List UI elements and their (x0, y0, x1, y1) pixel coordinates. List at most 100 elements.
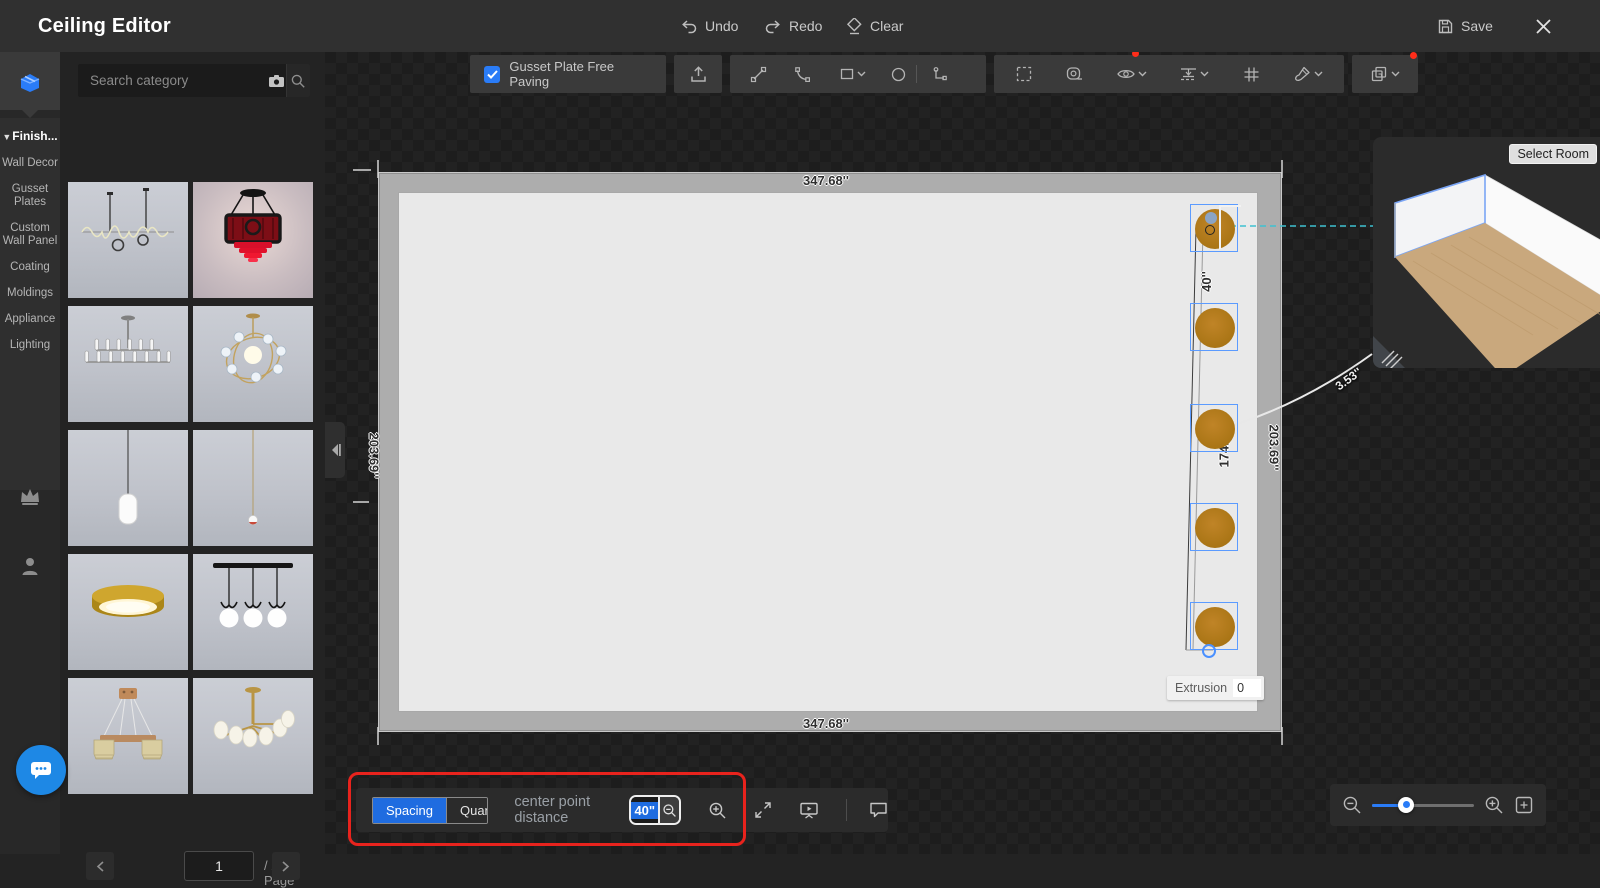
eye-icon (1116, 67, 1136, 81)
product-red-drum-chandelier[interactable] (193, 182, 313, 298)
magnifier-minus-icon (1342, 795, 1362, 815)
undo-label: Undo (705, 18, 738, 34)
feedback-button[interactable] (869, 801, 888, 819)
product-gold-round-ceiling-lamp[interactable] (68, 554, 188, 670)
preview-resize-handle[interactable] (1373, 336, 1405, 368)
app-title: Ceiling Editor (38, 0, 171, 52)
spacing-mode-button[interactable]: Spacing (373, 798, 446, 823)
bar-divider (846, 799, 847, 821)
room-3d-render (1373, 137, 1600, 368)
save-button[interactable]: Save (1437, 0, 1493, 52)
light-circle (1195, 308, 1235, 348)
zoom-slider-handle[interactable] (1398, 797, 1414, 813)
arc-tool-button[interactable] (780, 55, 824, 93)
zoom-slider[interactable] (1372, 804, 1474, 807)
clear-button[interactable]: Clear (845, 0, 903, 52)
image-search-button[interactable] (267, 64, 286, 97)
support-chat-button[interactable] (16, 745, 66, 795)
category-finish[interactable]: ▼Finish... (0, 130, 60, 144)
polyline-tool-button[interactable] (917, 55, 961, 93)
ceiling-editor-app: { "app": { "title": "Ceiling Editor" }, … (0, 0, 1600, 854)
category-gusset-plates[interactable]: Gusset Plates (0, 183, 60, 209)
circle-tool-button[interactable] (880, 55, 916, 93)
room-3d-preview[interactable]: Select Room (1373, 137, 1600, 368)
panel-collapse-handle[interactable] (325, 422, 345, 478)
rectangle-tool-button[interactable] (824, 55, 880, 93)
distance-label: center point distance (514, 794, 617, 826)
zoom-in-button[interactable] (1484, 795, 1504, 815)
dimension-right: 203.69'' (1266, 425, 1281, 471)
saved-groups-button[interactable] (1357, 55, 1413, 93)
line-tool-button[interactable] (736, 55, 780, 93)
ceiling-light-3[interactable] (1190, 404, 1238, 452)
grid-button[interactable] (1229, 55, 1273, 93)
product-silver-candle-chandelier[interactable] (68, 306, 188, 422)
account-button[interactable] (0, 555, 60, 577)
zoom-in-button[interactable] (708, 801, 727, 820)
array-end-handle[interactable] (1202, 644, 1216, 658)
product-gold-orbit-chandelier[interactable] (193, 306, 313, 422)
quantity-mode-button[interactable]: Quantity (446, 798, 488, 823)
category-coating[interactable]: Coating (0, 261, 60, 274)
dimension-bottom: 347.68'' (803, 716, 849, 731)
undo-button[interactable]: Undo (680, 0, 738, 52)
presentation-button[interactable] (799, 801, 819, 819)
array-controls-bar: Spacing Quantity center point distance 4… (356, 788, 888, 832)
chevron-down-icon (1391, 71, 1400, 77)
upload-button[interactable] (676, 55, 720, 93)
marquee-select-icon (1015, 65, 1033, 83)
category-wall-decor[interactable]: Wall Decor (0, 157, 60, 170)
fit-to-screen-button[interactable] (1514, 795, 1534, 815)
vip-crown-button[interactable] (0, 486, 60, 506)
presentation-play-icon (799, 801, 819, 819)
visibility-button[interactable] (1104, 55, 1160, 93)
product-thin-cord-mini-pendant[interactable] (193, 430, 313, 546)
draw-tools-group (730, 55, 986, 93)
chevron-down-icon (857, 71, 866, 77)
redo-button[interactable]: Redo (764, 0, 822, 52)
room-floor[interactable] (398, 192, 1258, 712)
zoom-out-button[interactable] (1342, 795, 1362, 815)
left-icon-rail: ▼Finish... Wall Decor Gusset Plates Cust… (0, 52, 60, 854)
ceiling-light-5[interactable] (1190, 602, 1238, 650)
fullscreen-button[interactable] (754, 801, 772, 819)
clear-label: Clear (870, 18, 903, 34)
close-button[interactable] (1535, 0, 1552, 52)
category-appliance[interactable]: Appliance (0, 313, 60, 326)
search-button[interactable] (286, 64, 310, 97)
free-paving-checkbox[interactable]: Gusset Plate Free Paving (470, 59, 666, 89)
undo-icon (680, 19, 698, 34)
marquee-select-button[interactable] (1002, 55, 1046, 93)
view-tools-group (994, 55, 1344, 93)
ceiling-light-4[interactable] (1190, 503, 1238, 551)
select-room-button[interactable]: Select Room (1509, 144, 1597, 164)
product-wavy-line-chandelier[interactable] (68, 182, 188, 298)
product-black-linear-globe-pendant[interactable] (193, 554, 313, 670)
light-circle (1195, 607, 1235, 647)
prev-page-button[interactable] (86, 852, 114, 880)
light-circle (1195, 409, 1235, 449)
models-tab[interactable] (0, 52, 60, 110)
distance-input[interactable]: 40" (629, 795, 681, 825)
redo-icon (764, 19, 782, 34)
mode-toggle: Spacing Quantity (372, 797, 488, 824)
category-custom-wall-panel[interactable]: Custom Wall Panel (0, 222, 60, 248)
paint-format-button[interactable] (1280, 55, 1336, 93)
page-number-input[interactable] (184, 851, 254, 881)
extrusion-input[interactable] (1233, 679, 1261, 697)
measure-tape-button[interactable] (1053, 55, 1097, 93)
redo-label: Redo (789, 18, 822, 34)
next-page-button[interactable] (272, 852, 300, 880)
dimension-level-icon (1179, 66, 1198, 82)
rotation-pivot-dot[interactable] (1205, 212, 1217, 224)
product-wood-brass-rect-chandelier[interactable] (68, 678, 188, 794)
product-white-cylinder-pendant[interactable] (68, 430, 188, 546)
ceiling-light-2[interactable] (1190, 303, 1238, 351)
product-gold-six-arm-chandelier[interactable] (193, 678, 313, 794)
dimension-style-button[interactable] (1166, 55, 1222, 93)
distance-stepper-button[interactable] (658, 797, 679, 823)
category-lighting[interactable]: Lighting (0, 339, 60, 352)
magnifier-minus-icon (662, 803, 677, 818)
category-moldings[interactable]: Moldings (0, 287, 60, 300)
search-input[interactable] (78, 64, 267, 97)
